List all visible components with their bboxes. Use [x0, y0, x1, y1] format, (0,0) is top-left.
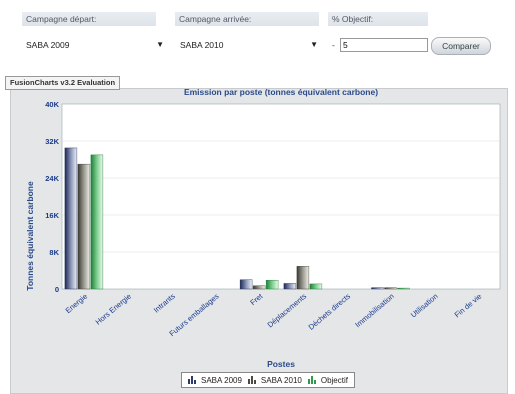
column-chart-icon — [247, 376, 256, 384]
x-tick-label: Energie — [64, 292, 90, 316]
bar-saba-2010-5[interactable] — [296, 266, 310, 290]
bar-saba-2010-4[interactable] — [252, 285, 266, 290]
y-tick-label: 8K — [49, 248, 59, 257]
bar-saba-2010-7[interactable] — [384, 287, 397, 290]
x-tick-label: Déchets directs — [307, 291, 353, 331]
legend-item-objectif: Objectif — [307, 375, 348, 385]
x-tick-label: Immobilisation — [353, 292, 396, 330]
x-tick-label: Fin de vie — [453, 292, 484, 320]
legend-label-2010: SABA 2010 — [260, 375, 302, 385]
y-tick-label: 32K — [45, 137, 59, 146]
x-axis-label: Postes — [267, 359, 295, 369]
bar-saba-2009-0[interactable] — [64, 147, 78, 290]
plot-area — [61, 103, 501, 290]
y-tick-label: 16K — [45, 211, 59, 220]
legend-item-2010: SABA 2010 — [247, 375, 302, 385]
legend-label-objectif: Objectif — [320, 375, 348, 385]
x-tick-label: Utilisation — [409, 292, 440, 320]
bar-saba-2009-5[interactable] — [283, 283, 297, 290]
x-tick-label: Fret — [248, 291, 265, 307]
y-tick-label: 24K — [45, 174, 59, 183]
bar-saba-2010-0[interactable] — [77, 163, 91, 290]
y-axis-label: Tonnes équivalent carbone — [25, 181, 35, 291]
legend-label-2009: SABA 2009 — [201, 375, 242, 385]
bar-objectif-5[interactable] — [309, 283, 323, 290]
bar-objectif-0[interactable] — [90, 154, 104, 290]
bar-saba-2009-7[interactable] — [371, 287, 384, 290]
x-tick-label: Intrants — [152, 291, 177, 314]
bar-objectif-7[interactable] — [397, 287, 410, 290]
x-tick-label: Déplacements — [266, 291, 309, 329]
chart-title: Emission par poste (tonnes équivalent ca… — [184, 87, 378, 97]
legend-item-2009: SABA 2009 — [188, 376, 242, 385]
y-tick-label: 0 — [55, 285, 59, 294]
emissions-chart: Emission par poste (tonnes équivalent ca… — [25, 87, 501, 369]
y-tick-label: 40K — [45, 100, 59, 109]
x-tick-label: Hors Energie — [94, 292, 133, 327]
bar-saba-2009-4[interactable] — [239, 279, 253, 290]
column-chart-icon — [188, 376, 196, 384]
column-chart-icon — [307, 376, 316, 384]
chart-legend: SABA 2009 SABA 2010 Objectif — [181, 372, 355, 388]
bar-objectif-4[interactable] — [265, 280, 279, 290]
